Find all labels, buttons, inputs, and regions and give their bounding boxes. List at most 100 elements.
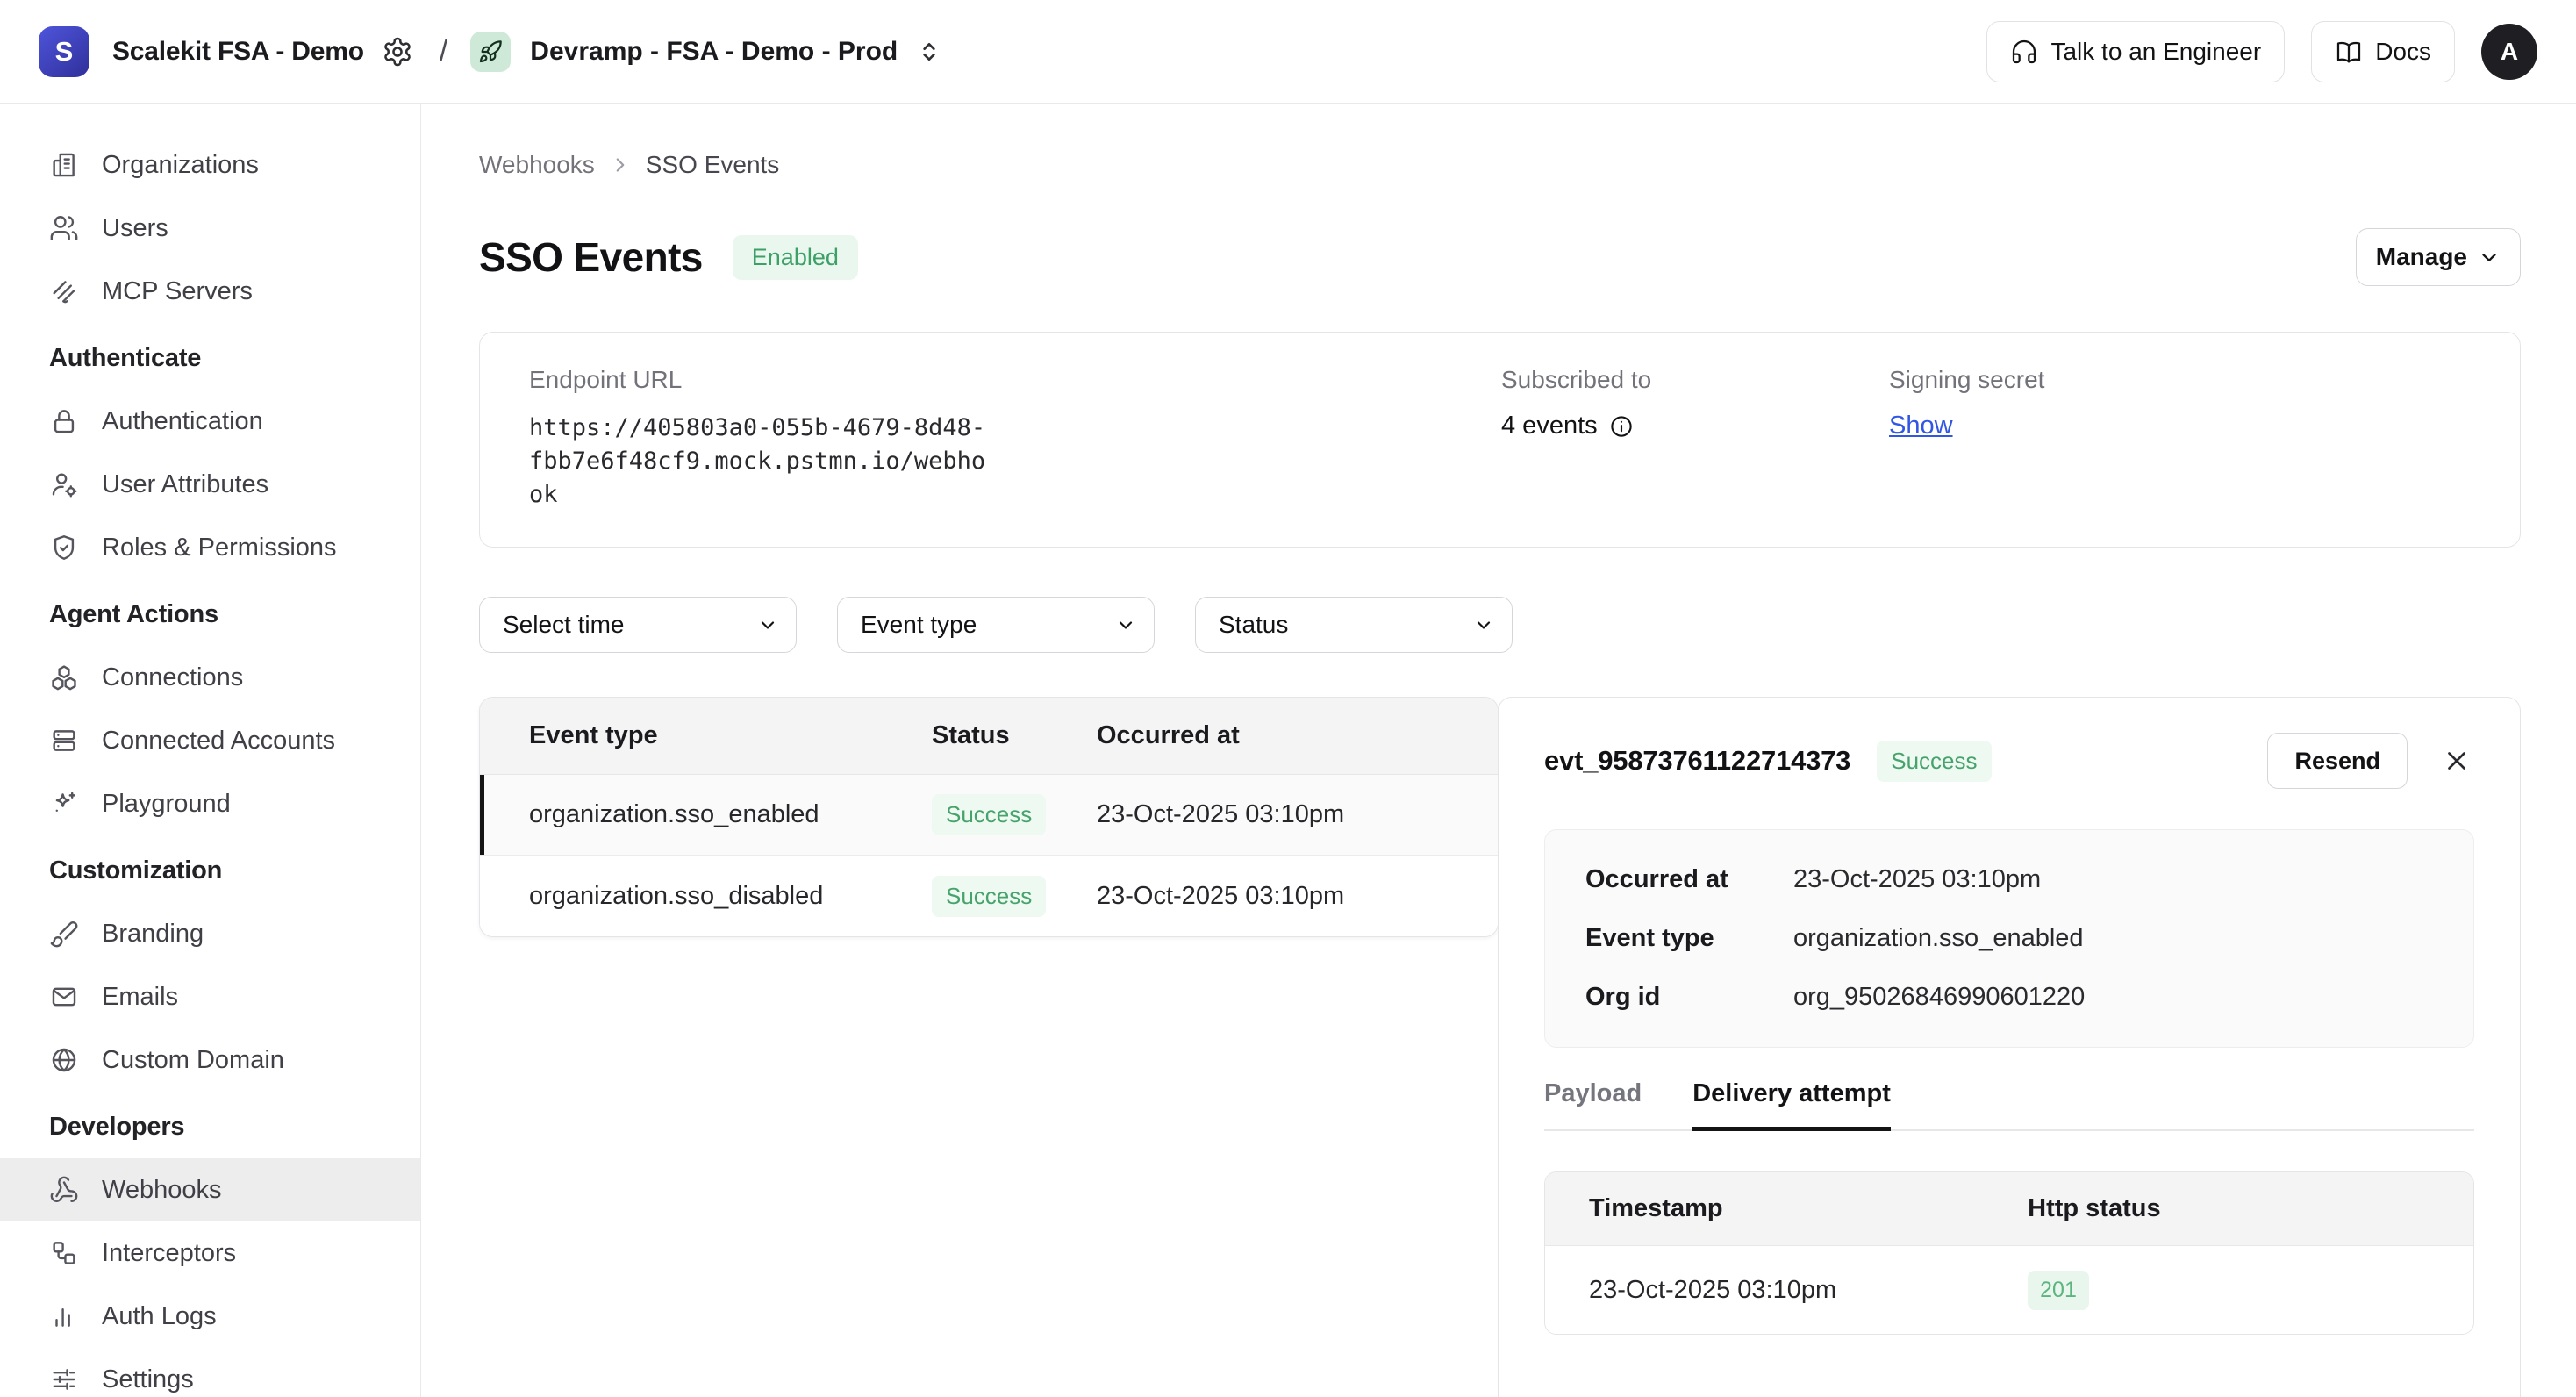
events-table-header: Event type Status Occurred at xyxy=(480,698,1498,775)
sidebar-item-organizations[interactable]: Organizations xyxy=(0,133,420,197)
delivery-table-header: Timestamp Http status xyxy=(1545,1172,2473,1246)
mcp-servers-icon xyxy=(49,276,79,306)
enabled-badge: Enabled xyxy=(733,235,858,280)
column-event-type: Event type xyxy=(480,721,932,750)
status-dropdown[interactable]: Status xyxy=(1195,597,1513,653)
users-icon xyxy=(49,213,79,243)
sidebar-section-customization: Customization xyxy=(0,839,420,902)
server-icon xyxy=(49,726,79,756)
subscribed-label: Subscribed to xyxy=(1501,366,1889,394)
detail-header: evt_95873761122714373 Success Resend xyxy=(1544,733,2474,789)
info-label: Org id xyxy=(1585,983,1793,1012)
select-time-dropdown[interactable]: Select time xyxy=(479,597,797,653)
sidebar-item-auth-logs[interactable]: Auth Logs xyxy=(0,1285,420,1348)
event-detail-panel: evt_95873761122714373 Success Resend Occ… xyxy=(1498,697,2521,1397)
chevron-down-icon xyxy=(1115,614,1136,635)
event-type-dropdown[interactable]: Event type xyxy=(837,597,1155,653)
sidebar-label: Webhooks xyxy=(102,1176,222,1205)
event-id: evt_95873761122714373 xyxy=(1544,745,1850,777)
delivery-attempts-table: Timestamp Http status 23-Oct-2025 03:10p… xyxy=(1544,1171,2474,1335)
sidebar-item-emails[interactable]: Emails xyxy=(0,965,420,1028)
sidebar-item-users[interactable]: Users xyxy=(0,197,420,260)
filters-row: Select time Event type Status xyxy=(479,597,2521,653)
tab-payload[interactable]: Payload xyxy=(1544,1079,1642,1129)
column-status: Status xyxy=(932,721,1097,750)
subscribed-value: 4 events xyxy=(1501,412,1598,441)
sidebar-label: Interceptors xyxy=(102,1239,236,1268)
sidebar-item-playground[interactable]: Playground xyxy=(0,772,420,835)
sidebar-item-connections[interactable]: Connections xyxy=(0,646,420,709)
signing-secret-block: Signing secret Show xyxy=(1889,366,2471,512)
endpoint-url-block: Endpoint URL https://405803a0-055b-4679-… xyxy=(529,366,1501,512)
sidebar-item-connected-accounts[interactable]: Connected Accounts xyxy=(0,709,420,772)
sidebar-item-webhooks[interactable]: Webhooks xyxy=(0,1158,420,1221)
show-secret-link[interactable]: Show xyxy=(1889,412,1953,441)
building-icon xyxy=(49,150,79,180)
top-bar: S Scalekit FSA - Demo / Devramp - FSA - … xyxy=(0,0,2576,104)
info-icon[interactable] xyxy=(1608,413,1635,440)
endpoint-url-label: Endpoint URL xyxy=(529,366,1501,394)
status-badge: Success xyxy=(1877,741,1991,782)
sparkles-icon xyxy=(49,789,79,819)
events-table: Event type Status Occurred at organizati… xyxy=(479,697,1499,937)
breadcrumb-webhooks[interactable]: Webhooks xyxy=(479,151,595,179)
rocket-icon xyxy=(470,32,511,72)
column-timestamp: Timestamp xyxy=(1545,1194,2028,1223)
headset-icon xyxy=(2010,38,2038,66)
sliders-icon xyxy=(49,1365,79,1394)
avatar[interactable]: A xyxy=(2481,24,2537,80)
logo-letter: S xyxy=(55,36,74,68)
sidebar-label: Emails xyxy=(102,983,178,1012)
close-icon[interactable] xyxy=(2439,743,2474,778)
topbar-actions: Talk to an Engineer Docs A xyxy=(1986,21,2537,82)
info-value: organization.sso_enabled xyxy=(1793,924,2433,953)
chevron-down-icon xyxy=(1473,614,1494,635)
cubes-icon xyxy=(49,663,79,692)
table-row[interactable]: organization.sso_enabled Success 23-Oct-… xyxy=(480,775,1498,856)
sidebar-item-interceptors[interactable]: Interceptors xyxy=(0,1221,420,1285)
sidebar-item-branding[interactable]: Branding xyxy=(0,902,420,965)
sidebar-item-user-attributes[interactable]: User Attributes xyxy=(0,453,420,516)
sidebar-item-custom-domain[interactable]: Custom Domain xyxy=(0,1028,420,1092)
main-content: Webhooks SSO Events SSO Events Enabled M… xyxy=(422,104,2576,1397)
sidebar-item-settings[interactable]: Settings xyxy=(0,1348,420,1397)
sidebar-section-agent-actions: Agent Actions xyxy=(0,583,420,646)
tab-delivery-attempt[interactable]: Delivery attempt xyxy=(1692,1079,1891,1129)
talk-to-engineer-label: Talk to an Engineer xyxy=(2050,38,2261,66)
header-separator: / xyxy=(440,34,447,68)
manage-label: Manage xyxy=(2376,243,2467,271)
sidebar-item-roles-permissions[interactable]: Roles & Permissions xyxy=(0,516,420,579)
breadcrumb: Webhooks SSO Events xyxy=(479,151,2521,179)
subscribed-block: Subscribed to 4 events xyxy=(1501,366,1889,512)
sidebar-item-mcp-servers[interactable]: MCP Servers xyxy=(0,260,420,323)
unfold-icon[interactable] xyxy=(915,38,943,66)
environment-switcher[interactable]: Devramp - FSA - Demo - Prod xyxy=(470,32,943,72)
sidebar-label: Organizations xyxy=(102,151,259,180)
gear-icon[interactable] xyxy=(382,36,413,68)
talk-to-engineer-button[interactable]: Talk to an Engineer xyxy=(1986,21,2285,82)
table-row[interactable]: organization.sso_disabled Success 23-Oct… xyxy=(480,856,1498,936)
docs-button[interactable]: Docs xyxy=(2311,21,2455,82)
user-gear-icon xyxy=(49,469,79,499)
manage-button[interactable]: Manage xyxy=(2356,228,2521,286)
environment-name: Devramp - FSA - Demo - Prod xyxy=(530,37,898,67)
sidebar-label: Connected Accounts xyxy=(102,727,335,756)
workspace-switcher[interactable]: S Scalekit FSA - Demo xyxy=(39,26,413,77)
mail-icon xyxy=(49,982,79,1012)
endpoint-card: Endpoint URL https://405803a0-055b-4679-… xyxy=(479,332,2521,548)
sidebar-section-developers: Developers xyxy=(0,1095,420,1158)
resend-button[interactable]: Resend xyxy=(2267,733,2408,789)
scalekit-logo: S xyxy=(39,26,89,77)
select-time-label: Select time xyxy=(503,611,625,639)
book-icon xyxy=(2335,38,2363,66)
sidebar-item-authentication[interactable]: Authentication xyxy=(0,390,420,453)
sidebar-label: Connections xyxy=(102,663,243,692)
lock-icon xyxy=(49,406,79,436)
table-row[interactable]: 23-Oct-2025 03:10pm 201 xyxy=(1545,1246,2473,1334)
breadcrumb-sso-events: SSO Events xyxy=(646,151,780,179)
sidebar-section-authenticate: Authenticate xyxy=(0,326,420,390)
chevron-down-icon xyxy=(2478,246,2501,269)
info-label: Occurred at xyxy=(1585,865,1793,894)
event-type-cell: organization.sso_disabled xyxy=(480,882,932,911)
sidebar-label: Auth Logs xyxy=(102,1302,217,1331)
